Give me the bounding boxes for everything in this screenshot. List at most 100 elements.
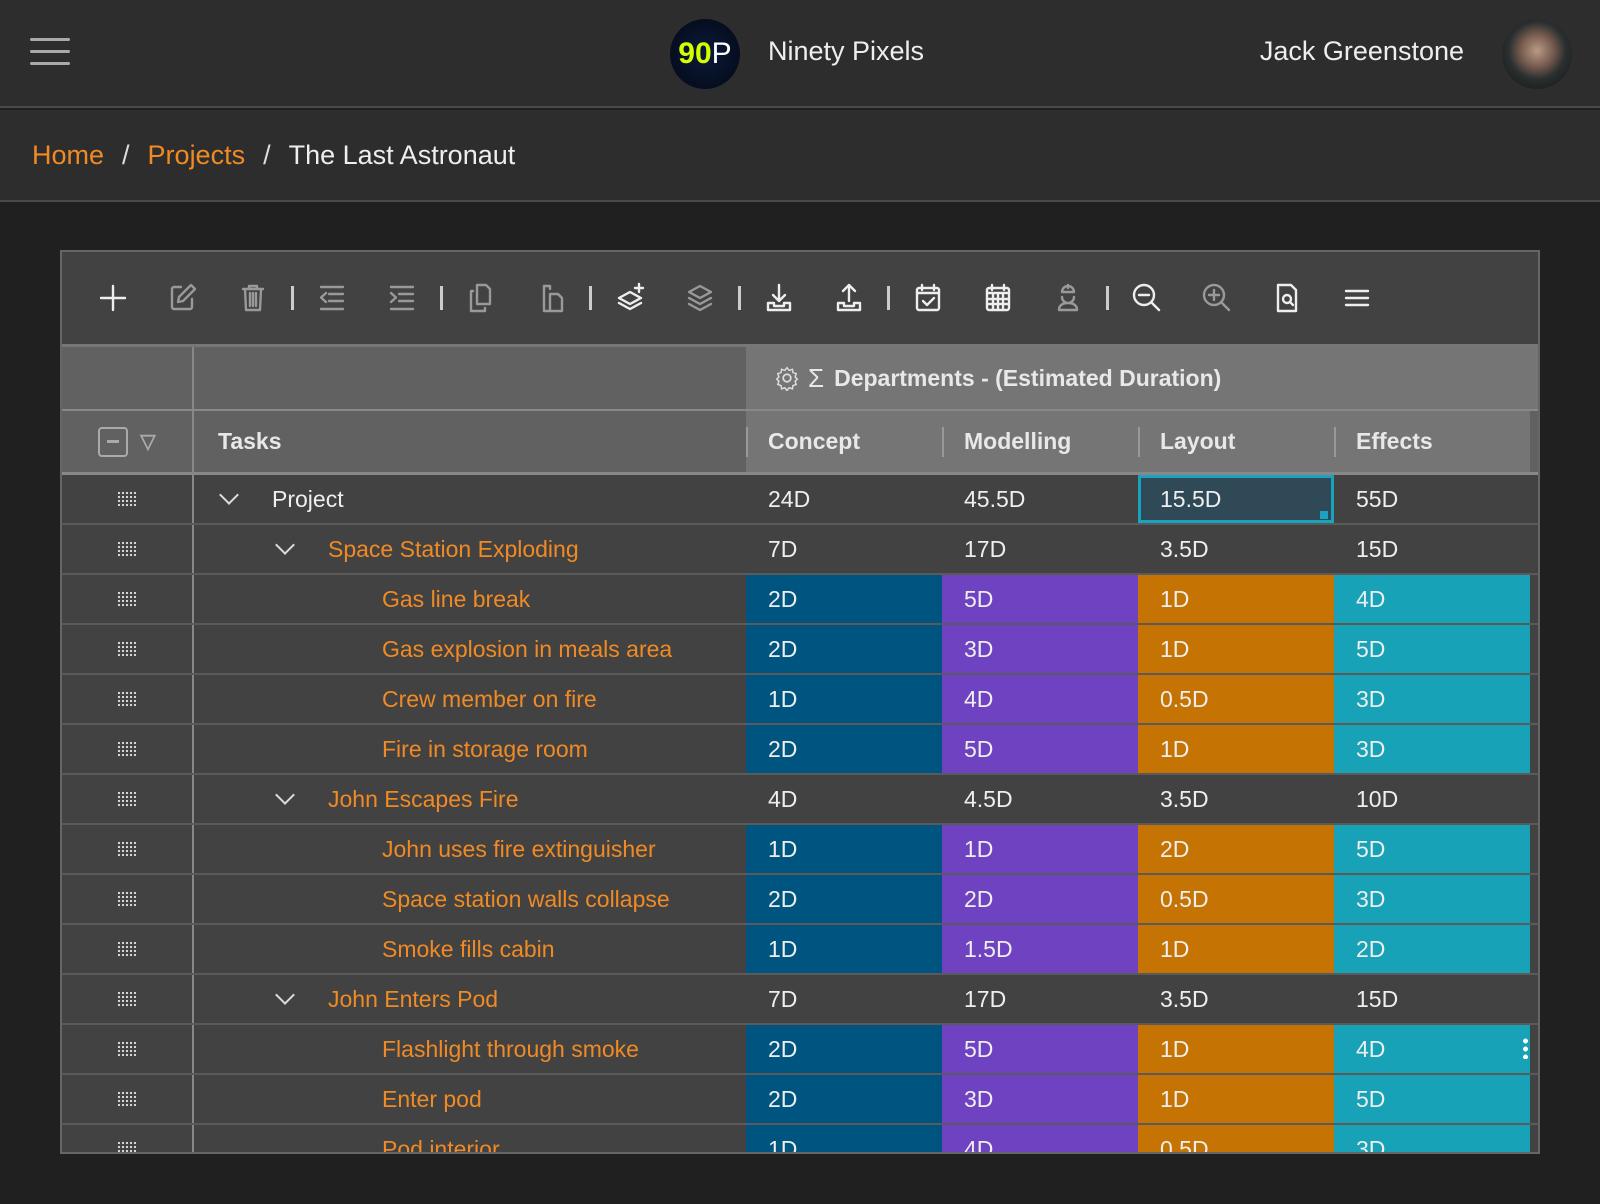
column-header-effects[interactable]: Effects	[1334, 411, 1530, 472]
modelling-cell[interactable]: 5D	[942, 575, 1138, 623]
effects-cell[interactable]: 10D	[1334, 775, 1530, 823]
concept-cell[interactable]: 1D	[746, 1125, 942, 1152]
drag-handle-icon[interactable]	[117, 641, 137, 657]
task-cell[interactable]: John Escapes Fire	[194, 775, 746, 823]
concept-cell[interactable]: 1D	[746, 925, 942, 973]
effects-cell[interactable]: 3D	[1334, 675, 1530, 723]
breadcrumb-projects[interactable]: Projects	[148, 140, 246, 171]
concept-cell[interactable]: 2D	[746, 875, 942, 923]
zoom-out-button[interactable]	[1112, 273, 1182, 323]
drag-handle-icon[interactable]	[117, 841, 137, 857]
concept-cell[interactable]: 1D	[746, 675, 942, 723]
task-cell[interactable]: Gas explosion in meals area	[194, 625, 746, 673]
download-button[interactable]	[744, 273, 814, 323]
row-handle[interactable]	[62, 775, 194, 823]
effects-cell[interactable]: 15D	[1334, 975, 1530, 1023]
row-handle[interactable]	[62, 825, 194, 873]
row-handle[interactable]	[62, 1075, 194, 1123]
modelling-cell[interactable]: 1D	[942, 825, 1138, 873]
effects-cell[interactable]: 5D	[1334, 1075, 1530, 1123]
modelling-cell[interactable]: 3D	[942, 625, 1138, 673]
tasks-column-header[interactable]: Tasks	[194, 411, 746, 472]
modelling-cell[interactable]: 17D	[942, 525, 1138, 573]
worker-button[interactable]	[1033, 273, 1103, 323]
row-handle[interactable]	[62, 575, 194, 623]
modelling-cell[interactable]: 4D	[942, 1125, 1138, 1152]
menu-button[interactable]	[1322, 273, 1392, 323]
more-options-icon[interactable]	[1523, 1037, 1528, 1059]
modelling-cell[interactable]: 4.5D	[942, 775, 1138, 823]
row-handle[interactable]	[62, 625, 194, 673]
concept-cell[interactable]: 2D	[746, 625, 942, 673]
indent-button[interactable]	[367, 273, 437, 323]
avatar[interactable]	[1502, 19, 1572, 89]
layout-cell[interactable]: 2D	[1138, 825, 1334, 873]
column-header-modelling[interactable]: Modelling	[942, 411, 1138, 472]
chevron-down-icon[interactable]	[219, 485, 239, 505]
breadcrumb-home[interactable]: Home	[32, 140, 104, 171]
delete-button[interactable]	[218, 273, 288, 323]
layout-cell[interactable]: 0.5D	[1138, 675, 1334, 723]
layout-cell[interactable]: 1D	[1138, 575, 1334, 623]
calendar-check-button[interactable]	[893, 273, 963, 323]
drag-handle-icon[interactable]	[117, 941, 137, 957]
concept-cell[interactable]: 2D	[746, 575, 942, 623]
task-cell[interactable]: John Enters Pod	[194, 975, 746, 1023]
task-cell[interactable]: Crew member on fire	[194, 675, 746, 723]
modelling-cell[interactable]: 45.5D	[942, 475, 1138, 523]
drag-handle-icon[interactable]	[117, 541, 137, 557]
row-handle[interactable]	[62, 725, 194, 773]
concept-cell[interactable]: 2D	[746, 1025, 942, 1073]
effects-cell[interactable]: 3D	[1334, 875, 1530, 923]
collapse-all-icon[interactable]	[98, 426, 129, 457]
fill-handle[interactable]	[1320, 511, 1328, 519]
chevron-down-icon[interactable]	[275, 535, 295, 555]
concept-cell[interactable]: 7D	[746, 975, 942, 1023]
row-handle[interactable]	[62, 525, 194, 573]
table-row[interactable]: Flashlight through smoke 2D 5D 1D 4D	[62, 1025, 1538, 1075]
table-row[interactable]: Project 24D 45.5D 15.5D 55D	[62, 475, 1538, 525]
layout-cell[interactable]: 15.5D	[1138, 475, 1334, 523]
concept-cell[interactable]: 2D	[746, 1075, 942, 1123]
task-cell[interactable]: Smoke fills cabin	[194, 925, 746, 973]
task-cell[interactable]: Space Station Exploding	[194, 525, 746, 573]
table-row[interactable]: John uses fire extinguisher 1D 1D 2D 5D	[62, 825, 1538, 875]
drag-handle-icon[interactable]	[117, 491, 137, 507]
table-row[interactable]: Crew member on fire 1D 4D 0.5D 3D	[62, 675, 1538, 725]
add-layer-button[interactable]	[595, 273, 665, 323]
modelling-cell[interactable]: 3D	[942, 1075, 1138, 1123]
table-row[interactable]: John Escapes Fire 4D 4.5D 3.5D 10D	[62, 775, 1538, 825]
drag-handle-icon[interactable]	[117, 791, 137, 807]
calendar-button[interactable]	[963, 273, 1033, 323]
chevron-down-icon[interactable]	[275, 985, 295, 1005]
effects-cell[interactable]: 5D	[1334, 825, 1530, 873]
modelling-cell[interactable]: 17D	[942, 975, 1138, 1023]
effects-cell[interactable]: 4D	[1334, 1025, 1530, 1073]
task-cell[interactable]: Space station walls collapse	[194, 875, 746, 923]
file-search-button[interactable]	[1252, 273, 1322, 323]
gear-icon[interactable]	[774, 365, 800, 391]
drag-handle-icon[interactable]	[117, 891, 137, 907]
paste-button[interactable]	[516, 273, 586, 323]
table-row[interactable]: Gas line break 2D 5D 1D 4D	[62, 575, 1538, 625]
drag-handle-icon[interactable]	[117, 1141, 137, 1152]
concept-cell[interactable]: 4D	[746, 775, 942, 823]
concept-cell[interactable]: 1D	[746, 825, 942, 873]
layout-cell[interactable]: 3.5D	[1138, 975, 1334, 1023]
task-cell[interactable]: Flashlight through smoke	[194, 1025, 746, 1073]
layout-cell[interactable]: 1D	[1138, 725, 1334, 773]
concept-cell[interactable]: 24D	[746, 475, 942, 523]
effects-cell[interactable]: 4D	[1334, 575, 1530, 623]
task-cell[interactable]: Pod interior	[194, 1125, 746, 1153]
copy-button[interactable]	[446, 273, 516, 323]
chevron-down-icon[interactable]	[275, 785, 295, 805]
table-row[interactable]: Fire in storage room 2D 5D 1D 3D	[62, 725, 1538, 775]
user-name[interactable]: Jack Greenstone	[1260, 36, 1464, 67]
task-cell[interactable]: Enter pod	[194, 1075, 746, 1123]
effects-cell[interactable]: 55D	[1334, 475, 1530, 523]
effects-cell[interactable]: 3D	[1334, 1125, 1530, 1152]
layout-cell[interactable]: 1D	[1138, 1075, 1334, 1123]
task-cell[interactable]: Fire in storage room	[194, 725, 746, 773]
modelling-cell[interactable]: 4D	[942, 675, 1138, 723]
row-handle[interactable]	[62, 975, 194, 1023]
